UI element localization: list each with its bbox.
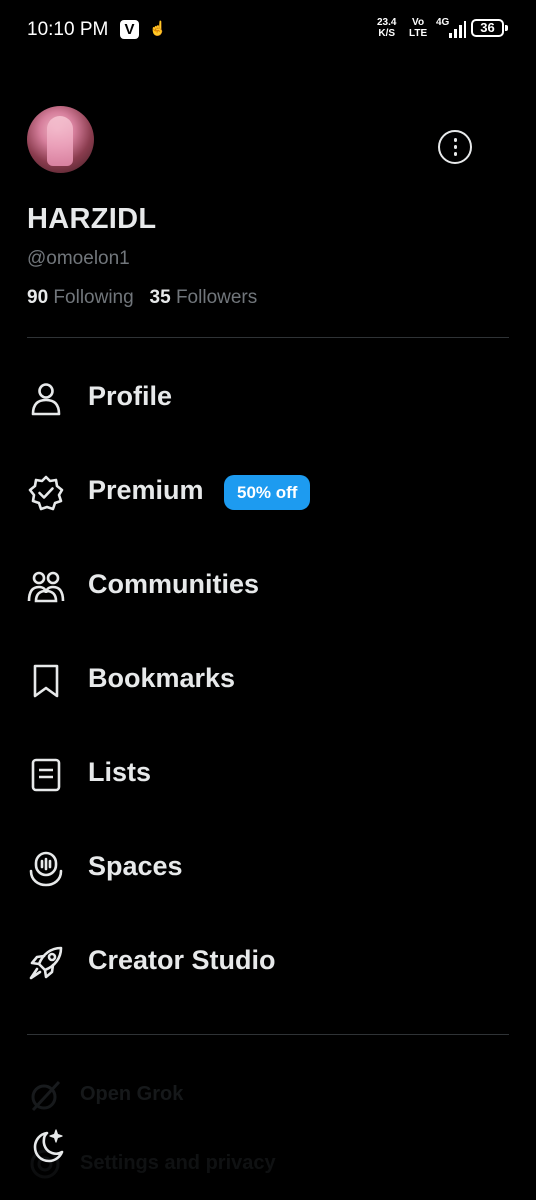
hand-pointer-icon: ☝: [149, 20, 167, 36]
volte-top: Vo: [412, 17, 425, 28]
volte-indicator: Vo LTE: [409, 17, 427, 39]
display-name[interactable]: HARZIDL: [27, 203, 156, 236]
divider: [27, 1034, 509, 1035]
dot-icon: [453, 145, 457, 149]
network-speed: 23.4 K/S: [377, 17, 396, 39]
menu-item-profile[interactable]: Profile: [0, 362, 536, 432]
following-count: 90: [27, 287, 49, 308]
signal-icon: [449, 21, 466, 38]
menu-item-bookmarks[interactable]: Bookmarks: [0, 644, 536, 714]
follow-stats: 90 Following 35 Followers: [27, 287, 257, 309]
menu-item-spaces[interactable]: Spaces: [0, 832, 536, 902]
menu-label-open-grok: Open Grok: [80, 1083, 184, 1105]
battery-icon: 36: [471, 19, 504, 37]
menu-label-spaces: Spaces: [88, 851, 183, 881]
network-speed-value: 23.4: [377, 17, 397, 28]
menu-item-communities[interactable]: Communities: [0, 550, 536, 620]
moon-icon[interactable]: [27, 1126, 67, 1166]
menu-item-lists[interactable]: Lists: [0, 738, 536, 808]
menu-label-creator-studio: Creator Studio: [88, 945, 276, 975]
more-options-button[interactable]: [438, 130, 472, 164]
list-icon: [27, 756, 65, 794]
person-icon: [27, 380, 65, 418]
menu-label-communities: Communities: [88, 569, 260, 599]
followers-link[interactable]: 35 Followers: [150, 287, 258, 308]
bottom-fade: [0, 1050, 536, 1200]
menu-label-premium: Premium: [88, 475, 204, 505]
following-label: Following: [53, 287, 134, 308]
menu-label-bookmarks: Bookmarks: [88, 663, 236, 693]
rocket-icon: [27, 944, 65, 982]
status-bar: 10:10 PM V ☝ 23.4 K/S Vo LTE 4G 36: [0, 0, 536, 60]
menu-item-creator-studio[interactable]: Creator Studio: [0, 926, 536, 996]
menu-label-lists: Lists: [88, 757, 152, 787]
followers-count: 35: [149, 287, 171, 308]
dot-icon: [453, 138, 457, 142]
network-speed-unit: K/S: [378, 28, 396, 39]
following-link[interactable]: 90 Following: [27, 287, 139, 308]
avatar-figure: [47, 116, 73, 166]
status-time: 10:10 PM: [27, 19, 109, 40]
volte-bottom: LTE: [409, 28, 428, 39]
grok-icon: [31, 1080, 61, 1112]
followers-label: Followers: [175, 287, 258, 308]
app-notification-icon: V: [120, 20, 139, 39]
user-handle: @omoelon1: [27, 248, 130, 269]
communities-icon: [27, 568, 65, 606]
discount-badge: 50% off: [224, 475, 311, 510]
menu-item-premium[interactable]: Premium 50% off: [0, 456, 536, 526]
battery-cap: [505, 25, 508, 31]
divider: [27, 337, 509, 338]
avatar[interactable]: [27, 106, 94, 173]
microphone-icon: [27, 850, 65, 888]
menu-label-settings: Settings and privacy: [80, 1152, 276, 1174]
dot-icon: [453, 152, 457, 156]
bookmark-icon: [27, 662, 65, 700]
verified-badge-icon: [27, 474, 65, 512]
menu-label-profile: Profile: [88, 381, 173, 411]
